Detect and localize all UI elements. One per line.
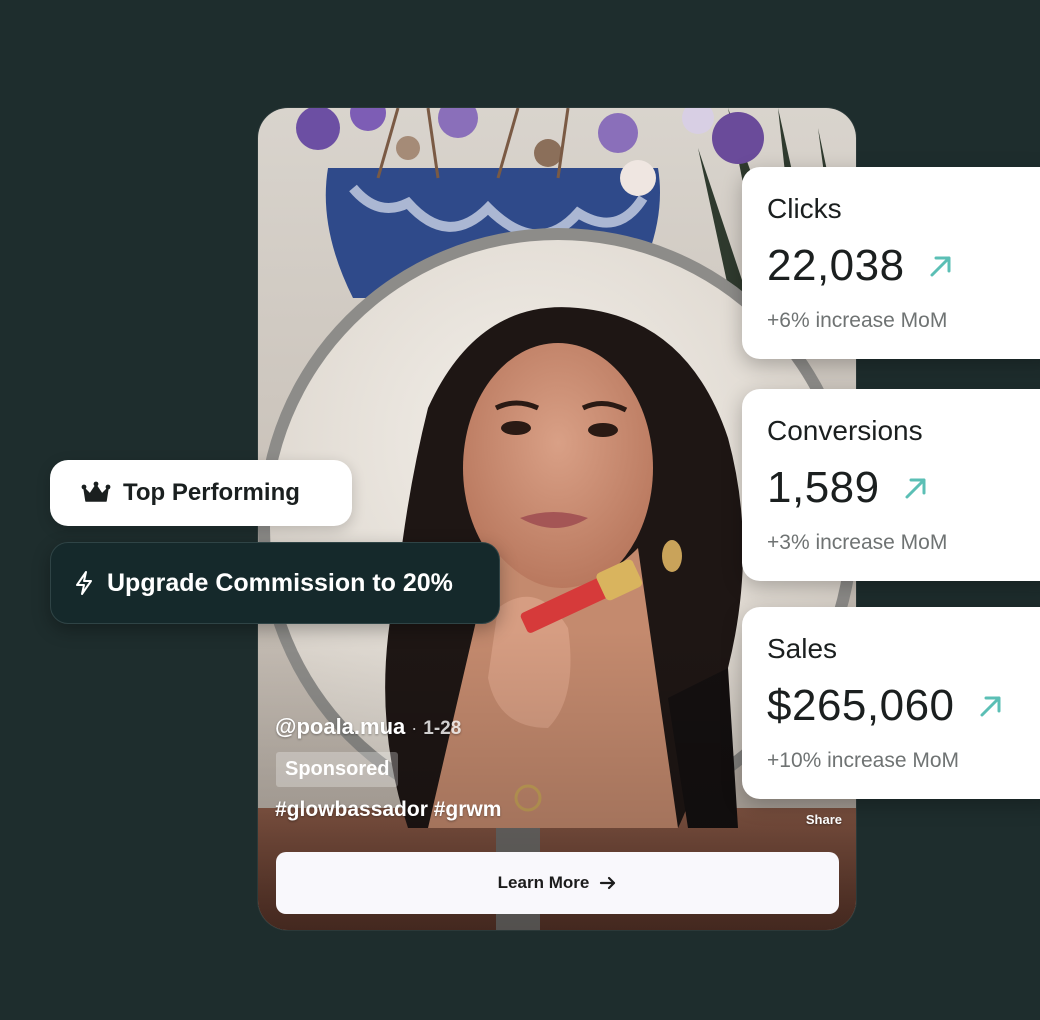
top-performing-badge: Top Performing	[50, 460, 352, 526]
stat-card-clicks: Clicks 22,038 +6% increase MoM	[742, 167, 1040, 359]
trend-up-arrow-icon	[930, 256, 951, 277]
hashtags[interactable]: #glowbassador #grwm	[275, 798, 501, 822]
stat-value: 1,589	[767, 463, 880, 512]
upgrade-commission-label: Upgrade Commission to 20%	[107, 568, 453, 597]
arrow-right-icon	[600, 876, 616, 890]
stat-title: Conversions	[767, 415, 923, 446]
lightning-bolt-icon	[76, 571, 92, 595]
sponsored-badge: Sponsored	[276, 752, 399, 787]
creator-handle[interactable]: @poala.mua	[275, 714, 405, 740]
stat-value-row: 1,589	[767, 463, 930, 513]
stat-title: Sales	[767, 633, 838, 664]
top-performing-label: Top Performing	[123, 479, 300, 506]
trend-up-arrow-icon	[905, 478, 926, 499]
stat-change: +10% increase MoM	[767, 749, 960, 772]
stat-value-row: 22,038	[767, 241, 955, 291]
stat-change: +6% increase MoM	[767, 309, 948, 332]
crown-icon	[81, 481, 111, 502]
share-button[interactable]: Share	[806, 812, 842, 827]
learn-more-label: Learn More	[497, 873, 590, 892]
stat-title: Clicks	[767, 193, 842, 224]
stat-card-conversions: Conversions 1,589 +3% increase MoM	[742, 389, 1040, 581]
stat-change: +3% increase MoM	[767, 531, 948, 554]
learn-more-button[interactable]: Learn More	[276, 852, 839, 914]
stat-value: $265,060	[767, 681, 955, 730]
upgrade-commission-button[interactable]: Upgrade Commission to 20%	[50, 542, 500, 624]
stat-card-sales: Sales $265,060 +10% increase MoM	[742, 607, 1040, 799]
separator-dot: ·	[411, 718, 418, 738]
stat-value-row: $265,060	[767, 681, 1005, 731]
stat-value: 22,038	[767, 241, 905, 290]
post-date: 1-28	[423, 718, 462, 739]
creator-line: @poala.mua · 1-28	[275, 714, 461, 740]
trend-up-arrow-icon	[980, 696, 1001, 717]
